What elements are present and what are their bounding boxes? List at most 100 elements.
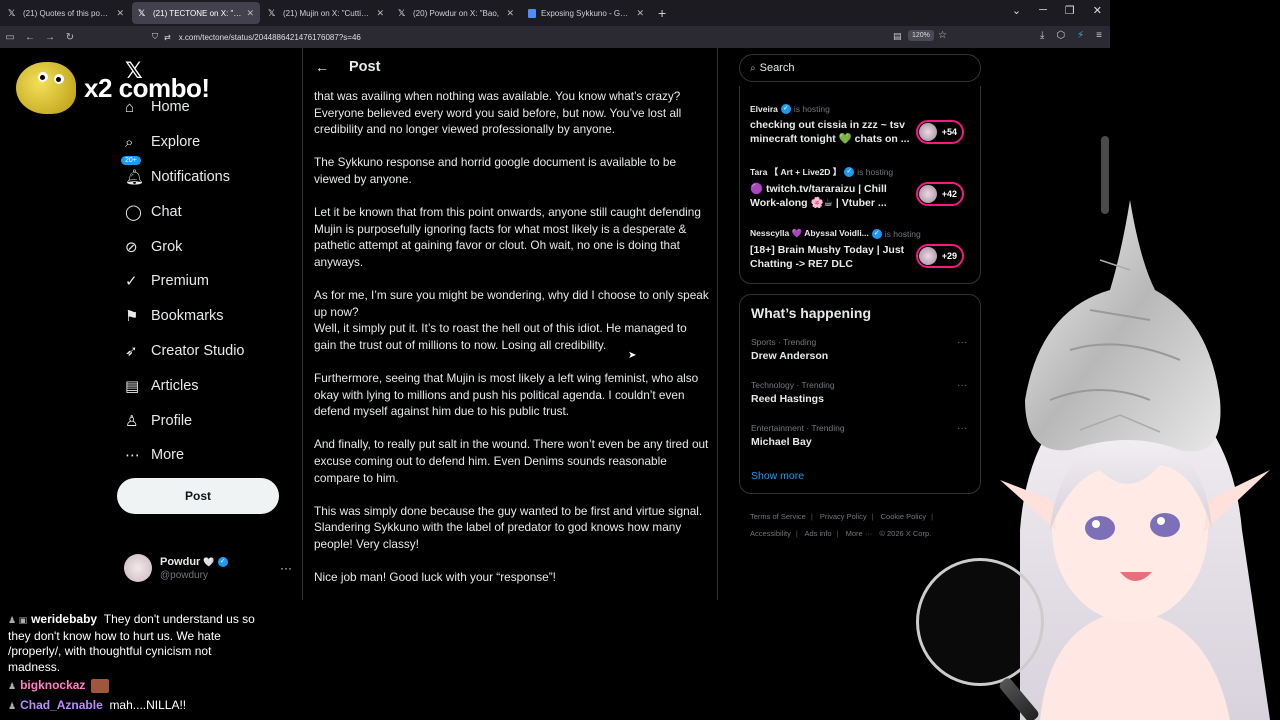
site-info-icon[interactable]: ⇄ — [164, 33, 171, 42]
back-arrow-icon[interactable]: ← — [315, 59, 329, 75]
browser-tab[interactable]: 𝕏 (21) Quotes of this post / X ✕ — [2, 2, 130, 24]
account-names: Powdur 🤍 ✓ @powdury — [160, 556, 280, 581]
sidebar-item-creator-studio[interactable]: ➶ Creator Studio — [117, 334, 297, 369]
sidebar-item-bookmarks[interactable]: ⚑ Bookmarks — [117, 299, 297, 334]
sidebar-icon[interactable]: ▭ — [0, 32, 20, 43]
account-switcher[interactable]: Powdur 🤍 ✓ @powdury ··· — [124, 554, 292, 582]
chat-message: ♟ bigknockaz — [8, 678, 258, 695]
post-paragraph: And finally, to really put salt in the w… — [314, 437, 709, 485]
sidebar-item-chat[interactable]: ◯ Chat — [117, 194, 297, 229]
x-icon: 𝕏 — [8, 7, 16, 18]
sidebar-item-premium[interactable]: ✓ Premium — [117, 264, 297, 299]
bookmark-star-icon[interactable]: ☆ — [938, 30, 947, 41]
tab-list-icon[interactable]: ⌄ — [1012, 4, 1021, 17]
browser-tab[interactable]: Exposing Sykkuno - Google Docs✕ — [522, 2, 650, 24]
copyright: © 2026 X Corp. — [879, 529, 932, 538]
x-icon: 𝕏 — [268, 7, 276, 18]
footer-link[interactable]: Cookie Policy — [881, 512, 926, 521]
browser-tab-active[interactable]: 𝕏(21) TECTONE on X: "Cutting all ties✕ — [132, 2, 260, 24]
sidebar-item-notifications[interactable]: 🔔︎ 20+ Notifications — [117, 155, 297, 195]
host-line: Elveira ✓ is hosting — [750, 104, 830, 114]
live-item[interactable]: Elveira ✓ is hosting checking out cissia i… — [750, 104, 972, 146]
chat-badge-icon: ♟ ▣ — [8, 615, 28, 625]
more-options-icon[interactable]: ··· — [957, 380, 967, 391]
shield-icon: ⛉ — [152, 32, 158, 41]
host-line: Tara 【 Art + Live2D 】 ✓ is hosting — [750, 167, 894, 177]
sidebar-nav: ⌂ Home ⌕ Explore 🔔︎ 20+ Notifications ◯ Chat … — [117, 90, 297, 473]
search-icon: ⌕ — [125, 133, 134, 151]
sidebar-item-grok[interactable]: ⊘ Grok — [117, 229, 297, 264]
reload-icon[interactable]: ↻ — [60, 32, 80, 43]
heart-icon: 🤍 — [203, 556, 215, 567]
live-item[interactable]: Tara 【 Art + Live2D 】 ✓ is hosting 🟣 twitc… — [750, 166, 972, 210]
minimize-icon[interactable]: ─ — [1039, 4, 1047, 17]
sidebar-item-profile[interactable]: ♙ Profile — [117, 403, 297, 438]
menu-icon[interactable]: ≡ — [1096, 30, 1102, 41]
post-button[interactable]: Post — [117, 478, 279, 514]
account-name: Powdur 🤍 ✓ — [160, 556, 280, 568]
sidebar-item-articles[interactable]: ▤ Articles — [117, 368, 297, 403]
live-title: [18+] Brain Mushy Today | Just Chatting … — [750, 244, 905, 270]
sidebar-item-home[interactable]: ⌂ Home — [117, 90, 297, 125]
footer-link[interactable]: Accessibility — [750, 529, 791, 538]
post-paragraph: As for me, I’m sure you might be wonderi… — [314, 288, 709, 352]
close-tab-icon[interactable]: ✕ — [376, 8, 384, 19]
extension-icon[interactable]: ⬡ — [1056, 30, 1065, 41]
reader-view-icon[interactable]: ▤ — [893, 31, 902, 42]
new-tab-icon[interactable]: + — [658, 5, 666, 21]
grok-icon: ⊘ — [125, 238, 138, 256]
panel-title: What’s happening — [751, 305, 872, 321]
x-logo-icon[interactable]: 𝕏 — [125, 58, 143, 84]
sidebar-item-more[interactable]: ⋯ More — [117, 438, 297, 473]
browser-tab[interactable]: 𝕏(21) Mujin on X: "Cutting all ties✕ — [262, 2, 390, 24]
live-title: 🟣 twitch.tv/tararaizu | Chill Work-along… — [750, 183, 887, 209]
whats-happening-panel: What’s happening Sports · Trending Drew … — [739, 294, 981, 494]
search-icon: ⌕ — [750, 62, 756, 74]
sidebar-item-explore[interactable]: ⌕ Explore — [117, 125, 297, 160]
close-tab-icon[interactable]: ✕ — [506, 8, 514, 19]
forward-icon[interactable]: → — [40, 32, 60, 43]
chat-message: ♟ Chad_Aznable mah....NILLA!! — [8, 697, 187, 712]
close-window-icon[interactable]: ✕ — [1093, 4, 1102, 17]
url-text: x.com/tectone/status/2044886421476176087… — [178, 32, 361, 42]
browser-tab-bar: 𝕏 (21) Quotes of this post / X ✕ 𝕏 (21) TEC… — [0, 0, 1110, 26]
trend-item[interactable]: Entertainment · Trending Michael Bay ··· — [751, 423, 973, 448]
download-icon[interactable]: ⤓ — [1040, 30, 1044, 41]
footer-link[interactable]: Privacy Policy — [820, 512, 867, 521]
live-listeners-pill[interactable]: +42 — [916, 182, 964, 206]
post-text: that was availing when nothing was avail… — [314, 88, 710, 600]
footer-link[interactable]: More ··· — [846, 529, 873, 538]
emote-icon — [16, 62, 76, 114]
live-listeners-pill[interactable]: +54 — [916, 120, 964, 144]
show-more-link[interactable]: Show more — [751, 470, 804, 482]
close-tab-icon[interactable]: ✕ — [116, 8, 124, 19]
close-tab-icon[interactable]: ✕ — [246, 8, 254, 19]
url-bar[interactable]: ⛉ ⇄ x.com/tectone/status/204488642147617… — [152, 28, 952, 46]
post-paragraph: that was availing when nothing was avail… — [314, 89, 682, 137]
close-tab-icon[interactable]: ✕ — [636, 8, 644, 19]
footer-link[interactable]: Ads info — [804, 529, 831, 538]
more-options-icon[interactable]: ··· — [957, 337, 967, 348]
trend-item[interactable]: Sports · Trending Drew Anderson ··· — [751, 337, 973, 362]
stream-chat: ♟ ▣ weridebaby They don't understand us s… — [8, 612, 258, 717]
post-paragraph: Let it be known that from this point onw… — [314, 205, 701, 269]
post-paragraph: Furthermore, seeing that Mujin is most l… — [314, 371, 699, 419]
browser-tab[interactable]: 𝕏 (20) Powdur on X: "Bao, ✕ — [392, 2, 520, 24]
footer-link[interactable]: Terms of Service — [750, 512, 806, 521]
more-options-icon[interactable]: ··· — [957, 423, 967, 434]
search-input[interactable]: ⌕ Search — [739, 54, 981, 82]
toolbar-extensions: ⤓ ⬡ ⚡ ≡ — [1040, 30, 1102, 41]
back-icon[interactable]: ← — [20, 32, 40, 43]
live-item[interactable]: Nesscylla 💜 Abyssal Voidli... ✓ is hosting… — [750, 228, 972, 271]
trend-item[interactable]: Technology · Trending Reed Hastings ··· — [751, 380, 973, 405]
avatar — [919, 185, 937, 203]
addon-icon[interactable]: ⚡ — [1077, 30, 1084, 41]
more-options-icon[interactable]: ··· — [280, 561, 292, 575]
restore-icon[interactable]: ❐ — [1065, 4, 1075, 17]
live-listeners-pill[interactable]: +29 — [916, 244, 964, 268]
verified-icon: ✓ — [217, 556, 228, 567]
host-line: Nesscylla 💜 Abyssal Voidli... ✓ is hosting — [750, 228, 921, 239]
rocket-icon: ➶ — [125, 342, 138, 360]
zoom-level[interactable]: 120% — [908, 30, 934, 41]
post-header: ← Post — [303, 48, 717, 86]
